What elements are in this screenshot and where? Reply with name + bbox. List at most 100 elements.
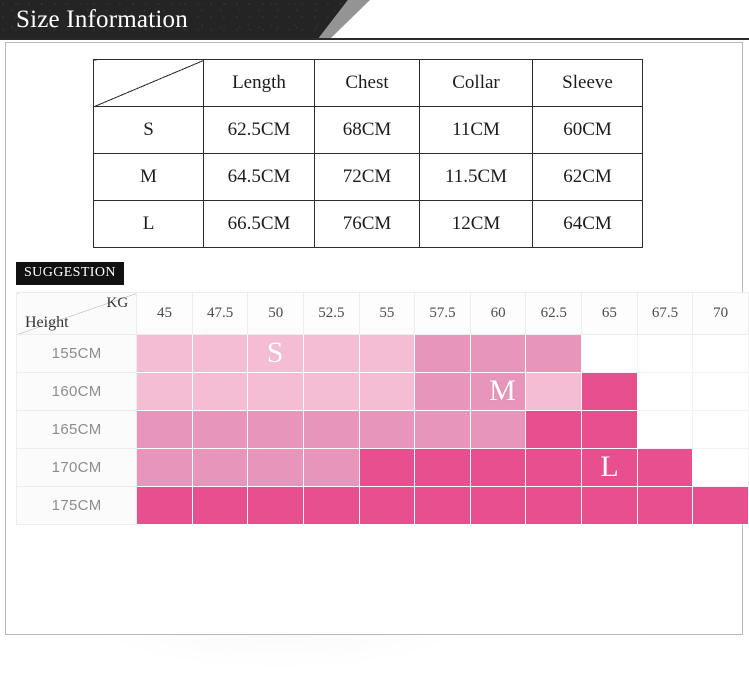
grid-cell-175CM-62-5 bbox=[525, 486, 583, 525]
weight-header-55: 55 bbox=[358, 292, 416, 335]
grid-cell-165CM-52-5 bbox=[302, 410, 360, 449]
cell-m-length: 64.5CM bbox=[203, 153, 315, 201]
cell-m-chest: 72CM bbox=[314, 153, 420, 201]
grid-corner-cell: KG Height bbox=[15, 292, 138, 335]
grid-cell-165CM-62-5 bbox=[525, 410, 583, 449]
grid-cell-165CM-67-5 bbox=[636, 410, 694, 449]
grid-cell-170CM-70 bbox=[692, 448, 749, 487]
grid-cell-160CM-50 bbox=[247, 372, 304, 411]
grid-cell-175CM-45 bbox=[136, 486, 193, 525]
grid-cell-155CM-52-5 bbox=[302, 334, 360, 373]
grid-cell-170CM-60 bbox=[469, 448, 527, 487]
grid-cell-165CM-70 bbox=[692, 410, 749, 449]
size-label-m: M bbox=[93, 153, 204, 201]
weight-header-70: 70 bbox=[692, 292, 749, 335]
grid-cell-155CM-65 bbox=[581, 334, 638, 373]
size-measurements-table: Length Chest Collar Sleeve S 62.5CM 68CM… bbox=[93, 59, 643, 248]
grid-cell-170CM-62-5 bbox=[525, 448, 583, 487]
header-divider bbox=[0, 38, 749, 40]
height-label-170CM: 170CM bbox=[15, 448, 138, 487]
column-header-collar: Collar bbox=[419, 59, 533, 107]
grid-cell-160CM-45 bbox=[136, 372, 193, 411]
cell-m-collar: 11.5CM bbox=[419, 153, 533, 201]
grid-row: 175CM bbox=[15, 486, 749, 525]
grid-cell-175CM-55 bbox=[358, 486, 416, 525]
grid-cell-170CM-52-5 bbox=[302, 448, 360, 487]
grid-cell-175CM-52-5 bbox=[302, 486, 360, 525]
grid-header-row: KG Height 45 47.5 50 52.5 55 57.5 60 62.5 65 67.5… bbox=[15, 292, 749, 335]
grid-cell-155CM-60 bbox=[469, 334, 527, 373]
cell-l-length: 66.5CM bbox=[203, 200, 315, 248]
weight-header-57-5: 57.5 bbox=[414, 292, 471, 335]
grid-cell-160CM-67-5 bbox=[636, 372, 694, 411]
grid-cell-155CM-55 bbox=[358, 334, 416, 373]
page-title: Size Information bbox=[16, 6, 188, 33]
grid-cell-175CM-70 bbox=[692, 486, 749, 525]
grid-cell-175CM-67-5 bbox=[636, 486, 694, 525]
grid-cell-175CM-65 bbox=[581, 486, 638, 525]
table-header-row: Length Chest Collar Sleeve bbox=[93, 59, 643, 107]
weight-header-67-5: 67.5 bbox=[636, 292, 694, 335]
weight-header-47-5: 47.5 bbox=[191, 292, 249, 335]
height-weight-suggestion-grid: KG Height 45 47.5 50 52.5 55 57.5 60 62.5 65 67.5… bbox=[15, 292, 749, 525]
cell-s-collar: 11CM bbox=[419, 106, 533, 154]
cell-l-chest: 76CM bbox=[314, 200, 420, 248]
grid-cell-165CM-45 bbox=[136, 410, 193, 449]
grid-row: 165CM bbox=[15, 410, 749, 449]
cell-s-sleeve: 60CM bbox=[532, 106, 643, 154]
grid-cell-165CM-57-5 bbox=[414, 410, 471, 449]
table-row: M 64.5CM 72CM 11.5CM 62CM bbox=[93, 153, 643, 201]
grid-cell-175CM-57-5 bbox=[414, 486, 471, 525]
grid-cell-155CM-70 bbox=[692, 334, 749, 373]
grid-cell-165CM-47-5 bbox=[191, 410, 249, 449]
weight-header-52-5: 52.5 bbox=[302, 292, 360, 335]
weight-header-50: 50 bbox=[247, 292, 304, 335]
suggestion-tag: SUGGESTION bbox=[16, 262, 124, 285]
weight-header-45: 45 bbox=[136, 292, 193, 335]
grid-row: 170CM bbox=[15, 448, 749, 487]
grid-cell-170CM-67-5 bbox=[636, 448, 694, 487]
grid-cell-160CM-52-5 bbox=[302, 372, 360, 411]
height-axis-label: Height bbox=[25, 314, 69, 331]
grid-cell-170CM-57-5 bbox=[414, 448, 471, 487]
size-label-s: S bbox=[93, 106, 204, 154]
grid-cell-175CM-47-5 bbox=[191, 486, 249, 525]
grid-cell-170CM-50 bbox=[247, 448, 304, 487]
cell-l-sleeve: 64CM bbox=[532, 200, 643, 248]
grid-cell-160CM-62-5 bbox=[525, 372, 583, 411]
cell-m-sleeve: 62CM bbox=[532, 153, 643, 201]
grid-cell-160CM-65 bbox=[581, 372, 638, 411]
grid-row: 155CM bbox=[15, 334, 749, 373]
grid-cell-155CM-45 bbox=[136, 334, 193, 373]
height-label-160CM: 160CM bbox=[15, 372, 138, 411]
grid-cell-160CM-57-5 bbox=[414, 372, 471, 411]
column-header-chest: Chest bbox=[314, 59, 420, 107]
grid-cell-160CM-47-5 bbox=[191, 372, 249, 411]
grid-cell-175CM-50 bbox=[247, 486, 304, 525]
column-header-length: Length bbox=[203, 59, 315, 107]
size-information-page: Size Information Length Chest Collar Sle… bbox=[0, 0, 749, 683]
grid-cell-155CM-67-5 bbox=[636, 334, 694, 373]
cell-s-length: 62.5CM bbox=[203, 106, 315, 154]
grid-cell-160CM-60 bbox=[469, 372, 527, 411]
grid-cell-165CM-50 bbox=[247, 410, 304, 449]
size-label-l: L bbox=[93, 200, 204, 248]
grid-cell-170CM-55 bbox=[358, 448, 416, 487]
column-header-sleeve: Sleeve bbox=[532, 59, 643, 107]
grid-cell-170CM-47-5 bbox=[191, 448, 249, 487]
weight-header-60: 60 bbox=[469, 292, 527, 335]
grid-cell-155CM-47-5 bbox=[191, 334, 249, 373]
height-label-165CM: 165CM bbox=[15, 410, 138, 449]
weight-header-65: 65 bbox=[581, 292, 638, 335]
grid-cell-165CM-60 bbox=[469, 410, 527, 449]
cell-l-collar: 12CM bbox=[419, 200, 533, 248]
grid-cell-165CM-65 bbox=[581, 410, 638, 449]
grid-cell-170CM-65 bbox=[581, 448, 638, 487]
cell-s-chest: 68CM bbox=[314, 106, 420, 154]
table-row: S 62.5CM 68CM 11CM 60CM bbox=[93, 106, 643, 154]
size-table-corner-cell bbox=[93, 59, 204, 107]
grid-row: 160CM bbox=[15, 372, 749, 411]
grid-cell-155CM-50 bbox=[247, 334, 304, 373]
height-label-155CM: 155CM bbox=[15, 334, 138, 373]
grid-cell-155CM-57-5 bbox=[414, 334, 471, 373]
